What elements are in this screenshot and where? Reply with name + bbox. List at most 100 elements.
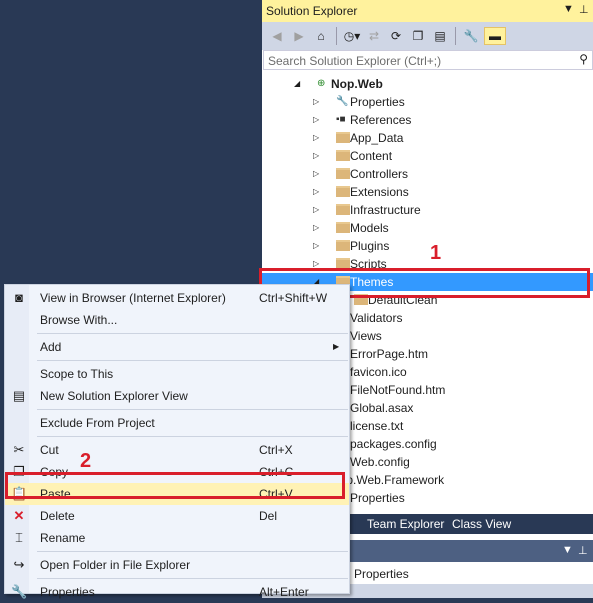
tree-item-label: References <box>350 113 412 127</box>
tree-item-label: App_Data <box>350 131 404 145</box>
tree-item-label: Views <box>350 329 382 343</box>
expand-arrow-icon[interactable]: ▷ <box>313 111 319 129</box>
back-icon[interactable]: ◀ <box>268 27 286 45</box>
menu-item-label: Cut <box>40 443 59 457</box>
dropdown-arrow-icon[interactable]: ▼ <box>562 544 573 556</box>
menu-item-label: Open Folder in File Explorer <box>40 558 191 572</box>
folder-icon <box>336 150 350 161</box>
folder-icon <box>336 132 350 143</box>
tree-item[interactable]: ▷ ▪■ References <box>262 111 593 129</box>
history-icon[interactable]: ◷▾ <box>343 27 361 45</box>
search-icon[interactable]: ⚲ <box>579 52 588 66</box>
menu-item-cut[interactable]: ✂ Cut Ctrl+X <box>5 439 349 461</box>
menu-separator <box>37 360 348 361</box>
menu-item-new-solution-explorer-view[interactable]: ▤ New Solution Explorer View <box>5 385 349 407</box>
tree-item-label: Extensions <box>350 185 409 199</box>
menu-item-shortcut: Ctrl+X <box>259 443 293 457</box>
tree-item[interactable]: ▷ Content <box>262 147 593 165</box>
tree-item-label: Controllers <box>350 167 409 181</box>
folder-icon <box>336 204 350 215</box>
tree-item-label: license.txt <box>350 419 404 433</box>
menu-item-label: Browse With... <box>40 313 118 327</box>
home-icon[interactable]: ⌂ <box>312 27 330 45</box>
menu-separator <box>37 409 348 410</box>
tree-item[interactable]: ▷ Extensions <box>262 183 593 201</box>
pin-icon[interactable]: ⊥ <box>578 544 588 557</box>
cut-icon: ✂ <box>13 442 25 457</box>
tree-item[interactable]: ▷ Plugins <box>262 237 593 255</box>
menu-item-properties[interactable]: 🔧 Properties Alt+Enter <box>5 581 349 603</box>
menu-item-browse-with[interactable]: Browse With... <box>5 309 349 331</box>
tree-item[interactable]: ▷ Models <box>262 219 593 237</box>
submenu-arrow-icon: ▶ <box>333 342 340 351</box>
annotation-number-2: 2 <box>80 450 92 472</box>
tree-item[interactable]: ▷ App_Data <box>262 129 593 147</box>
menu-item-label: Rename <box>40 531 86 545</box>
expand-arrow-icon[interactable]: ▷ <box>313 129 319 147</box>
dropdown-arrow-icon[interactable]: ▼ <box>563 3 574 15</box>
menu-item-delete[interactable]: ✕ Delete Del <box>5 505 349 527</box>
tab-team-explorer[interactable]: Team Explorer <box>364 514 447 534</box>
menu-item-label: Add <box>40 340 62 354</box>
tree-item-label: Global.asax <box>350 401 414 415</box>
show-all-files-icon[interactable]: ▤ <box>431 27 449 45</box>
forward-icon[interactable]: ▶ <box>290 27 308 45</box>
delete-icon: ✕ <box>13 508 25 523</box>
properties-wrench-icon[interactable]: 🔧 <box>462 27 480 45</box>
search-input[interactable]: Search Solution Explorer (Ctrl+;) ⚲ <box>263 50 593 70</box>
menu-item-shortcut: Alt+Enter <box>259 585 309 599</box>
expand-arrow-icon[interactable]: ▷ <box>313 237 319 255</box>
rename-icon: ⌶ <box>15 530 23 545</box>
tab-class-view[interactable]: Class View <box>449 514 514 534</box>
tree-item[interactable]: ▷ Infrastructure <box>262 201 593 219</box>
view-in-browser-icon: ◙ <box>15 290 23 305</box>
sync-icon[interactable]: ⇄ <box>365 27 383 45</box>
tree-item-label: packages.config <box>350 437 437 451</box>
wrench-icon: 🔧 <box>336 96 349 107</box>
menu-item-scope-to-this[interactable]: Scope to This <box>5 363 349 385</box>
menu-item-label: View in Browser (Internet Explorer) <box>40 291 226 305</box>
menu-item-label: Exclude From Project <box>40 416 155 430</box>
tree-item-label: FileNotFound.htm <box>350 383 446 397</box>
menu-item-label: Properties <box>40 585 95 599</box>
tree-item-label: Properties <box>350 95 405 109</box>
tree-item-label: Properties <box>350 491 405 505</box>
pin-icon[interactable]: ⊥ <box>579 3 589 16</box>
tree-item-label: Models <box>350 221 389 235</box>
tree-item[interactable]: ◢ ⊕ Nop.Web <box>262 75 593 93</box>
annotation-box-2 <box>5 472 345 499</box>
expand-arrow-icon[interactable]: ▷ <box>313 165 319 183</box>
refresh-icon[interactable]: ⟳ <box>387 27 405 45</box>
preview-icon[interactable]: ▬ <box>484 27 506 45</box>
collapse-arrow-icon[interactable]: ◢ <box>294 75 300 93</box>
expand-arrow-icon[interactable]: ▷ <box>313 219 319 237</box>
expand-arrow-icon[interactable]: ▷ <box>313 147 319 165</box>
tree-item-label: Validators <box>350 311 403 325</box>
menu-separator <box>37 551 348 552</box>
folder-icon <box>336 222 350 233</box>
tree-item-label: Nop.Web <box>331 77 383 91</box>
folder-icon <box>336 186 350 197</box>
references-icon: ▪■ <box>336 114 346 125</box>
properties-label: Properties <box>354 567 409 581</box>
wrench-icon: 🔧 <box>11 584 28 599</box>
web-project-icon: ⊕ <box>317 78 326 89</box>
menu-item-open-folder-in-file-explorer[interactable]: ↪ Open Folder in File Explorer <box>5 554 349 576</box>
menu-item-label: Delete <box>40 509 75 523</box>
expand-arrow-icon[interactable]: ▷ <box>313 183 319 201</box>
menu-item-view-in-browser-internet-explorer[interactable]: ◙ View in Browser (Internet Explorer) Ctrl… <box>5 287 349 309</box>
search-placeholder: Search Solution Explorer (Ctrl+;) <box>268 54 442 68</box>
expand-arrow-icon[interactable]: ▷ <box>313 93 319 111</box>
menu-item-rename[interactable]: ⌶ Rename <box>5 527 349 549</box>
tree-item[interactable]: ▷ Controllers <box>262 165 593 183</box>
menu-item-exclude-from-project[interactable]: Exclude From Project <box>5 412 349 434</box>
context-menu: ◙ View in Browser (Internet Explorer) Ctrl… <box>4 284 350 599</box>
menu-item-add[interactable]: Add ▶ <box>5 336 349 358</box>
new-view-icon: ▤ <box>12 388 26 403</box>
annotation-number-1: 1 <box>430 242 442 264</box>
menu-separator <box>37 436 348 437</box>
expand-arrow-icon[interactable]: ▷ <box>313 201 319 219</box>
collapse-all-icon[interactable]: ❐ <box>409 27 427 45</box>
menu-item-shortcut: Del <box>259 509 278 523</box>
tree-item[interactable]: ▷ 🔧 Properties <box>262 93 593 111</box>
